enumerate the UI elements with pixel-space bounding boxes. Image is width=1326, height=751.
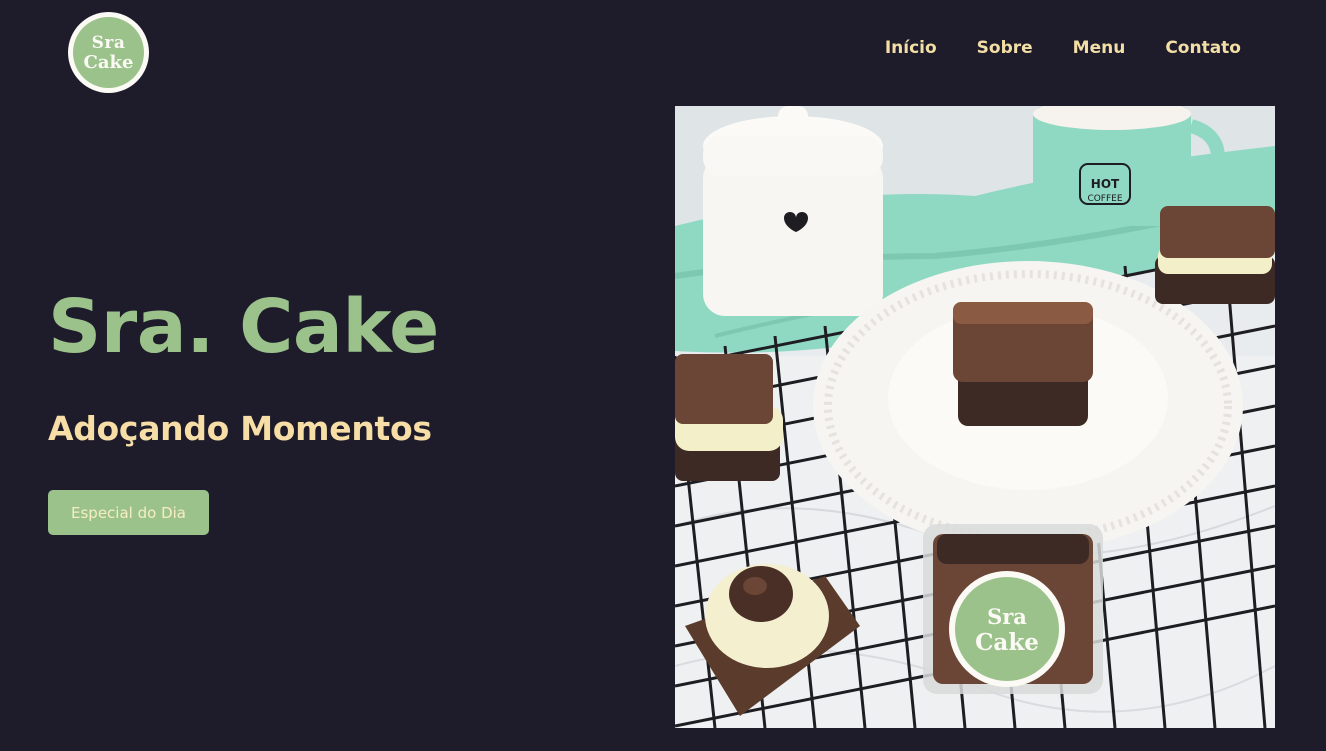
nav-link-contato[interactable]: Contato: [1165, 38, 1241, 58]
hero-photo: HOT COFFEE Sra Cake: [675, 106, 1275, 728]
brand-logo-badge: Sra Cake: [73, 17, 144, 88]
brownie-sandwich-right: [1155, 206, 1275, 304]
main-nav: Início Sobre Menu Contato: [885, 38, 1241, 58]
hero-subtitle: Adoçando Momentos: [48, 409, 432, 448]
special-of-the-day-button[interactable]: Especial do Dia: [48, 490, 209, 535]
nav-link-menu[interactable]: Menu: [1073, 38, 1126, 58]
brownie-sandwich-left: [675, 354, 783, 481]
mug-text-coffee: COFFEE: [1087, 194, 1122, 204]
logo-text-sra: Sra: [91, 32, 126, 53]
wrapped-brownie: Sra Cake: [923, 524, 1103, 694]
nav-link-inicio[interactable]: Início: [885, 38, 937, 58]
brownie-stack: [953, 302, 1093, 426]
logo-text-cake: Cake: [83, 51, 134, 73]
nav-link-sobre[interactable]: Sobre: [977, 38, 1033, 58]
sticker-text-sra: Sra: [987, 604, 1027, 629]
brand-logo[interactable]: Sra Cake: [68, 12, 149, 93]
mug-text-hot: HOT: [1091, 177, 1120, 191]
hero-title: Sra. Cake: [48, 284, 439, 370]
sticker-text-cake: Cake: [975, 629, 1039, 656]
sugar-jar: [703, 106, 883, 316]
